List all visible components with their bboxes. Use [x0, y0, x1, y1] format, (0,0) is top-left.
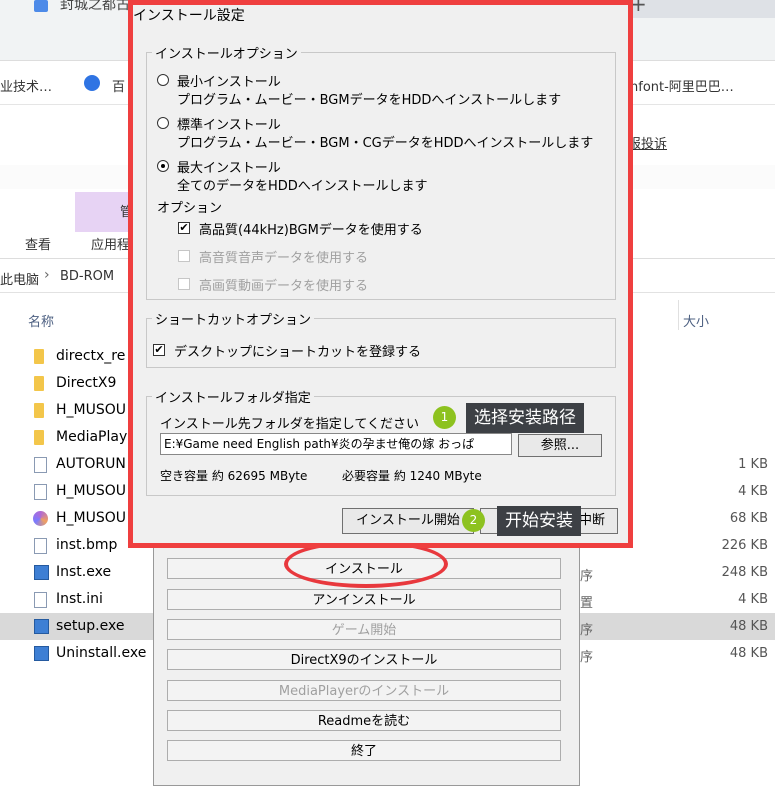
file-name: H_MUSOU: [56, 402, 127, 418]
file-size: 4 KB: [738, 592, 768, 607]
directx-install-button[interactable]: DirectX9のインストール: [167, 649, 561, 670]
game-start-button[interactable]: ゲーム開始: [167, 619, 561, 640]
file-name: setup.exe: [56, 618, 125, 634]
bookmark-item[interactable]: 百: [112, 76, 125, 95]
tab-title[interactable]: 封城之都古: [60, 0, 130, 14]
breadcrumb-drive[interactable]: BD-ROM: [60, 269, 114, 284]
folder-icon: [34, 403, 44, 418]
folder-icon: [34, 349, 44, 364]
file-name: AUTORUN: [56, 456, 126, 472]
file-size: 248 KB: [721, 565, 768, 580]
exe-file-icon: [34, 619, 49, 634]
report-link[interactable]: 报投诉: [628, 133, 667, 152]
highlight-frame: [128, 0, 633, 548]
file-name: inst.bmp: [56, 537, 118, 553]
settings-file-icon: [34, 457, 47, 473]
step-2-callout: 开始安装: [497, 506, 581, 536]
file-size: 1 KB: [738, 457, 768, 472]
image-file-icon: [34, 484, 47, 500]
step-1-callout: 选择安装路径: [466, 403, 584, 433]
file-name: H_MUSOU: [56, 483, 127, 499]
exit-button[interactable]: 終了: [167, 740, 561, 761]
file-type: 序: [580, 650, 594, 665]
file-size: 48 KB: [729, 646, 768, 661]
bookmark-item[interactable]: nfont-阿里巴巴…: [630, 76, 734, 95]
tab-favicon-icon: [34, 0, 48, 12]
baidu-paw-icon: [84, 75, 100, 91]
file-name: Inst.ini: [56, 591, 103, 607]
folder-icon: [34, 376, 44, 391]
file-name: directx_re: [56, 348, 126, 364]
file-name: Uninstall.exe: [56, 645, 147, 661]
ribbon-view-tab[interactable]: 查看: [25, 234, 51, 253]
file-name: H_MUSOU: [56, 510, 127, 526]
mediaplayer-install-button[interactable]: MediaPlayerのインストール: [167, 680, 561, 701]
column-divider[interactable]: [678, 300, 679, 330]
file-name: Inst.exe: [56, 564, 112, 580]
disc-icon: [33, 511, 48, 526]
breadcrumb-separator-icon: ›: [44, 267, 50, 283]
file-type: 序: [580, 623, 594, 638]
file-size: 226 KB: [721, 538, 768, 553]
step-1-badge: 1: [433, 406, 456, 429]
readme-button[interactable]: Readmeを読む: [167, 710, 561, 731]
exe-file-icon: [34, 646, 49, 661]
file-size: 48 KB: [729, 619, 768, 634]
file-type: 置: [580, 596, 594, 611]
file-name: DirectX9: [56, 375, 117, 391]
file-size: 4 KB: [738, 484, 768, 499]
step-2-badge: 2: [462, 509, 485, 532]
settings-file-icon: [34, 592, 47, 608]
ribbon-app-tools-tab[interactable]: 应用程: [91, 234, 130, 253]
column-header-name[interactable]: 名称: [28, 311, 54, 330]
exe-file-icon: [34, 565, 49, 580]
file-type: 序: [580, 569, 594, 584]
file-name: MediaPlay: [56, 429, 128, 445]
breadcrumb-this-pc[interactable]: 此电脑: [0, 269, 39, 288]
image-file-icon: [34, 538, 47, 554]
folder-icon: [34, 430, 44, 445]
file-size: 68 KB: [729, 511, 768, 526]
uninstall-button[interactable]: アンインストール: [167, 589, 561, 610]
bookmark-item[interactable]: 业技术…: [0, 76, 52, 95]
column-header-size[interactable]: 大小: [683, 311, 709, 330]
